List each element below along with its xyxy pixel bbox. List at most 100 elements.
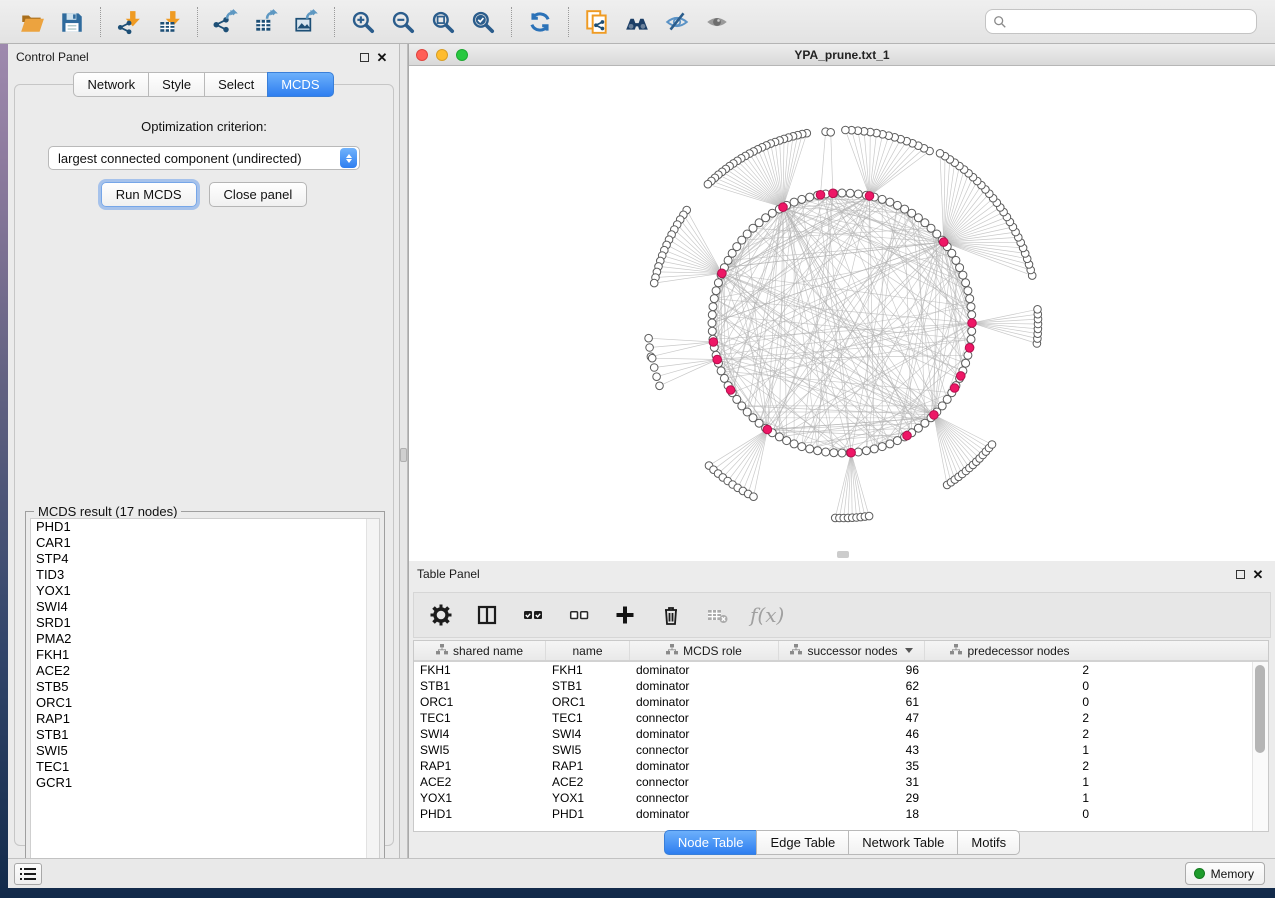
toolbar-separator	[334, 7, 335, 37]
open-session-button[interactable]	[12, 4, 52, 40]
cell-mcds-role: dominator	[630, 807, 779, 821]
add-button[interactable]	[612, 602, 638, 628]
export-image-icon	[293, 9, 319, 35]
list-item[interactable]: FKH1	[31, 647, 379, 663]
task-history-button[interactable]	[14, 863, 42, 885]
close-panel-icon[interactable]: ✕	[1249, 565, 1267, 583]
export-image-button[interactable]	[286, 4, 326, 40]
cell-mcds-role: connector	[630, 791, 779, 805]
float-window-icon[interactable]	[1231, 565, 1249, 583]
network-splitter-handle[interactable]	[837, 551, 849, 558]
column-header-successor-nodes[interactable]: successor nodes	[779, 641, 925, 660]
list-item[interactable]: SRD1	[31, 615, 379, 631]
table-row[interactable]: SWI5SWI5connector431	[414, 742, 1252, 758]
cell-shared-name: SWI5	[414, 743, 546, 757]
tab-edge-table[interactable]: Edge Table	[756, 830, 848, 855]
cell-successor-nodes: 61	[779, 695, 925, 709]
network-window-titlebar[interactable]: YPA_prune.txt_1	[409, 44, 1275, 66]
zoom-fit-button[interactable]	[423, 4, 463, 40]
export-table-button[interactable]	[246, 4, 286, 40]
zoom-selected-button[interactable]	[463, 4, 503, 40]
table-scrollbar-thumb[interactable]	[1255, 665, 1265, 753]
cell-mcds-role: dominator	[630, 727, 779, 741]
node-table[interactable]: shared name nameMCDS rolesuccessor nodesp…	[413, 640, 1269, 832]
mcds-result-items: PHD1CAR1STP4TID3YOX1SWI4SRD1PMA2FKH1ACE2…	[31, 519, 379, 791]
column-header-mcds-role[interactable]: MCDS role	[630, 641, 779, 660]
column-header-predecessor-nodes[interactable]: predecessor nodes	[925, 641, 1095, 660]
list-item[interactable]: PHD1	[31, 519, 379, 535]
list-item[interactable]: YOX1	[31, 583, 379, 599]
show-all-button[interactable]	[697, 4, 737, 40]
table-row[interactable]: ACE2ACE2connector311	[414, 774, 1252, 790]
list-item[interactable]: TID3	[31, 567, 379, 583]
table-row[interactable]: STB1STB1dominator620	[414, 678, 1252, 694]
import-table-button[interactable]	[149, 4, 189, 40]
import-network-button[interactable]	[109, 4, 149, 40]
list-item[interactable]: ORC1	[31, 695, 379, 711]
optimization-criterion-dropdown[interactable]: largest connected component (undirected)	[48, 146, 360, 170]
gear-button[interactable]	[428, 602, 454, 628]
list-item[interactable]: STB5	[31, 679, 379, 695]
function-builder-icon[interactable]: f(x)	[750, 603, 784, 627]
tab-network[interactable]: Network	[73, 72, 148, 97]
splitter-handle[interactable]	[400, 448, 407, 462]
table-row[interactable]: RAP1RAP1dominator352	[414, 758, 1252, 774]
mcds-result-list[interactable]: PHD1CAR1STP4TID3YOX1SWI4SRD1PMA2FKH1ACE2…	[30, 518, 380, 872]
float-window-icon[interactable]	[355, 48, 373, 66]
refresh-layout-button[interactable]	[520, 4, 560, 40]
search-box[interactable]	[985, 9, 1257, 34]
cell-predecessor-nodes: 0	[925, 807, 1095, 821]
cell-name: ORC1	[546, 695, 630, 709]
search-input[interactable]	[1007, 14, 1249, 30]
save-session-button[interactable]	[52, 4, 92, 40]
list-item[interactable]: CAR1	[31, 535, 379, 551]
first-neighbors-button[interactable]	[617, 4, 657, 40]
zoom-in-button[interactable]	[343, 4, 383, 40]
run-mcds-button[interactable]: Run MCDS	[101, 182, 197, 207]
close-panel-button[interactable]: Close panel	[209, 182, 308, 207]
hide-selected-button[interactable]	[657, 4, 697, 40]
close-panel-icon[interactable]: ✕	[373, 48, 391, 66]
select-all-button[interactable]	[520, 602, 546, 628]
panel-splitter[interactable]	[400, 44, 408, 858]
list-item[interactable]: STB1	[31, 727, 379, 743]
list-item[interactable]: GCR1	[31, 775, 379, 791]
column-header-shared-name[interactable]: shared name	[414, 641, 546, 660]
list-item[interactable]: STP4	[31, 551, 379, 567]
zoom-out-button[interactable]	[383, 4, 423, 40]
export-network-button[interactable]	[206, 4, 246, 40]
tab-motifs[interactable]: Motifs	[957, 830, 1020, 855]
delete-column-disabled-button[interactable]	[704, 602, 730, 628]
cell-predecessor-nodes: 1	[925, 743, 1095, 757]
list-item[interactable]: RAP1	[31, 711, 379, 727]
table-row[interactable]: YOX1YOX1connector291	[414, 790, 1252, 806]
deselect-all-button[interactable]	[566, 602, 592, 628]
table-scrollbar[interactable]	[1252, 662, 1268, 831]
list-item[interactable]: PMA2	[31, 631, 379, 647]
list-item[interactable]: ACE2	[31, 663, 379, 679]
cell-name: FKH1	[546, 663, 630, 677]
tab-select[interactable]: Select	[204, 72, 267, 97]
tab-network-table[interactable]: Network Table	[848, 830, 957, 855]
tab-mcds[interactable]: MCDS	[267, 72, 333, 97]
list-item[interactable]: SWI4	[31, 599, 379, 615]
network-from-selection-button[interactable]	[577, 4, 617, 40]
list-item[interactable]: SWI5	[31, 743, 379, 759]
delete-button[interactable]	[658, 602, 684, 628]
column-header-name[interactable]: name	[546, 641, 630, 660]
toolbar-separator	[511, 7, 512, 37]
table-row[interactable]: SWI4SWI4dominator462	[414, 726, 1252, 742]
cell-successor-nodes: 43	[779, 743, 925, 757]
table-row[interactable]: ORC1ORC1dominator610	[414, 694, 1252, 710]
memory-button[interactable]: Memory	[1185, 862, 1265, 885]
column-label: shared name	[453, 644, 523, 658]
table-row[interactable]: FKH1FKH1dominator962	[414, 662, 1252, 678]
table-row[interactable]: TEC1TEC1connector472	[414, 710, 1252, 726]
columns-button[interactable]	[474, 602, 500, 628]
tab-style[interactable]: Style	[148, 72, 204, 97]
result-list-scrollbar[interactable]	[366, 519, 379, 871]
table-row[interactable]: PHD1PHD1dominator180	[414, 806, 1252, 822]
network-canvas[interactable]	[409, 66, 1274, 560]
tab-node-table[interactable]: Node Table	[664, 830, 757, 855]
list-item[interactable]: TEC1	[31, 759, 379, 775]
